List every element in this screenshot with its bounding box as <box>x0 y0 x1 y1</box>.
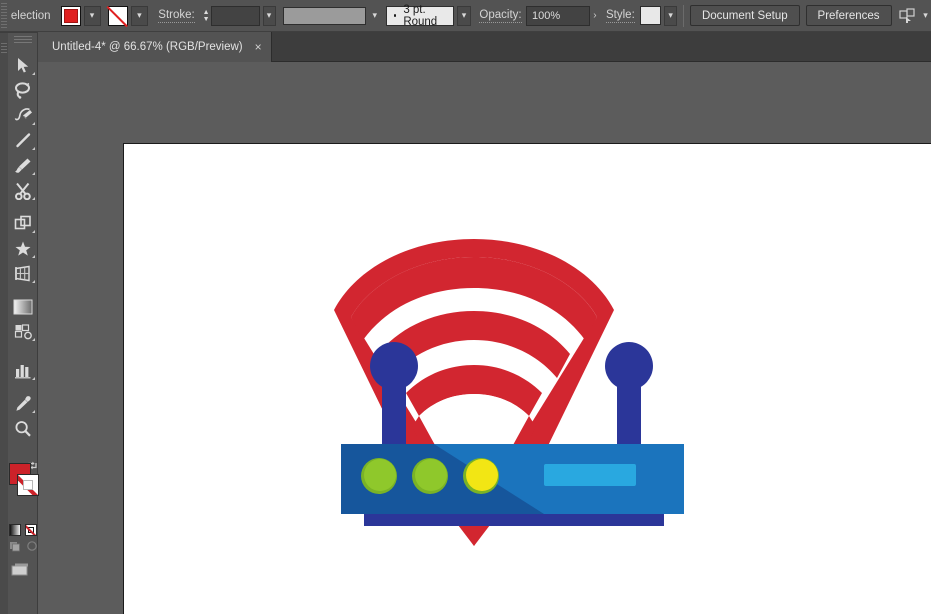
fill-color-swatch[interactable] <box>61 6 81 26</box>
graph-tool-flyout-marker <box>32 377 35 380</box>
control-bar-grip[interactable] <box>1 3 7 29</box>
document-tab-bar: Untitled-4* @ 66.67% (RGB/Preview) × <box>0 32 931 62</box>
canvas-area[interactable] <box>39 63 931 614</box>
selection-tool[interactable] <box>8 53 38 78</box>
opacity-label: Opacity: <box>479 9 521 23</box>
document-tab-title: Untitled-4* @ 66.67% (RGB/Preview) <box>52 41 243 53</box>
slice-tool-flyout-marker <box>32 338 35 341</box>
arrange-documents-icon[interactable] <box>899 8 917 24</box>
preferences-button[interactable]: Preferences <box>806 5 892 26</box>
led-indicator-2 <box>415 459 447 491</box>
gradient-tool[interactable] <box>8 294 38 319</box>
brush-dropdown-arrow[interactable]: ▾ <box>457 6 470 26</box>
line-segment-tool[interactable] <box>8 128 38 153</box>
tool-rail-grip[interactable] <box>1 43 7 55</box>
artboard[interactable] <box>123 143 931 614</box>
opacity-options-chevron[interactable]: › <box>590 6 600 26</box>
color-mode-row <box>8 522 38 538</box>
lasso-tool[interactable] <box>8 78 38 103</box>
antenna-right <box>605 342 653 446</box>
tools-panel-grip[interactable] <box>14 36 32 44</box>
screen-mode-icon[interactable] <box>11 562 33 578</box>
brush-preview-icon <box>394 14 396 17</box>
perspective-grid-tool[interactable] <box>8 261 38 286</box>
free-transform-tool[interactable] <box>8 211 38 236</box>
graphic-style-dropdown-arrow[interactable]: ▾ <box>664 6 677 26</box>
router-body <box>341 444 684 526</box>
led-indicator-3 <box>466 459 498 491</box>
column-graph-tool[interactable] <box>8 358 38 383</box>
fill-swatch-group[interactable]: ▾ <box>61 6 101 26</box>
stroke-label: Stroke: <box>158 9 194 23</box>
paintbrush-tool[interactable] <box>8 153 38 178</box>
gradient-icon[interactable] <box>9 524 21 536</box>
zoom-tool[interactable] <box>8 416 38 441</box>
illustrator-window: election ▾ ▾ Stroke: ▲▼ ▾ ▾ 3 pt. Round … <box>0 0 931 614</box>
drawing-modes-row <box>9 540 37 556</box>
graphic-style-swatch[interactable] <box>640 6 661 25</box>
tool-color-controls <box>8 460 38 522</box>
line-tool-flyout-marker <box>32 147 35 150</box>
eyedropper-flyout-marker <box>32 410 35 413</box>
width-profile-chevron[interactable]: ▾ <box>369 6 380 26</box>
router-display-panel <box>544 464 636 486</box>
eyedropper-tool[interactable] <box>8 391 38 416</box>
draw-normal-icon[interactable] <box>9 539 21 557</box>
brush-definition-label: 3 pt. Round <box>403 4 445 28</box>
stroke-weight-dropdown-arrow[interactable]: ▾ <box>263 6 276 26</box>
pen-tool[interactable] <box>8 103 38 128</box>
document-tab[interactable]: Untitled-4* @ 66.67% (RGB/Preview) × <box>38 32 272 62</box>
symbol-sprayer-tool[interactable] <box>8 236 38 261</box>
perspective-grid-flyout-marker <box>32 280 35 283</box>
stroke-swatch-group[interactable]: ▾ <box>108 6 148 26</box>
paintbrush-tool-flyout-marker <box>32 172 35 175</box>
control-bar-divider <box>683 5 684 27</box>
control-bar: election ▾ ▾ Stroke: ▲▼ ▾ ▾ 3 pt. Round … <box>0 0 931 32</box>
router-base <box>364 514 664 526</box>
wifi-router-illustration[interactable] <box>124 144 931 614</box>
symbol-sprayer-flyout-marker <box>32 255 35 258</box>
fill-dropdown-arrow[interactable]: ▾ <box>84 6 101 26</box>
stroke-color-swatch[interactable] <box>108 6 128 26</box>
scissors-tool-flyout-marker <box>32 197 35 200</box>
draw-inside-icon[interactable] <box>26 539 38 557</box>
free-transform-flyout-marker <box>32 230 35 233</box>
selection-tool-flyout-marker <box>32 72 35 75</box>
selection-label: election <box>11 10 51 22</box>
stroke-dropdown-arrow[interactable]: ▾ <box>131 6 148 26</box>
stroke-color-box[interactable] <box>17 474 39 496</box>
close-icon[interactable]: × <box>255 41 262 53</box>
stroke-weight-stepper[interactable]: ▲▼ <box>202 6 211 26</box>
none-icon[interactable] <box>25 524 37 536</box>
tools-panel <box>8 33 38 614</box>
width-profile-dropdown[interactable] <box>283 7 366 25</box>
style-label: Style: <box>606 9 635 23</box>
brush-definition-field[interactable]: 3 pt. Round <box>386 6 454 26</box>
pen-tool-flyout-marker <box>32 122 35 125</box>
led-indicator-1 <box>364 459 396 491</box>
stroke-weight-input[interactable] <box>211 6 260 26</box>
opacity-input[interactable]: 100% <box>526 6 590 26</box>
document-setup-button[interactable]: Document Setup <box>690 5 800 26</box>
slice-tool[interactable] <box>8 319 38 344</box>
arrange-documents-chevron[interactable]: ▾ <box>920 6 931 26</box>
stroke-color-inner <box>23 480 33 490</box>
scissors-tool[interactable] <box>8 178 38 203</box>
tool-panel-rail <box>0 33 8 614</box>
